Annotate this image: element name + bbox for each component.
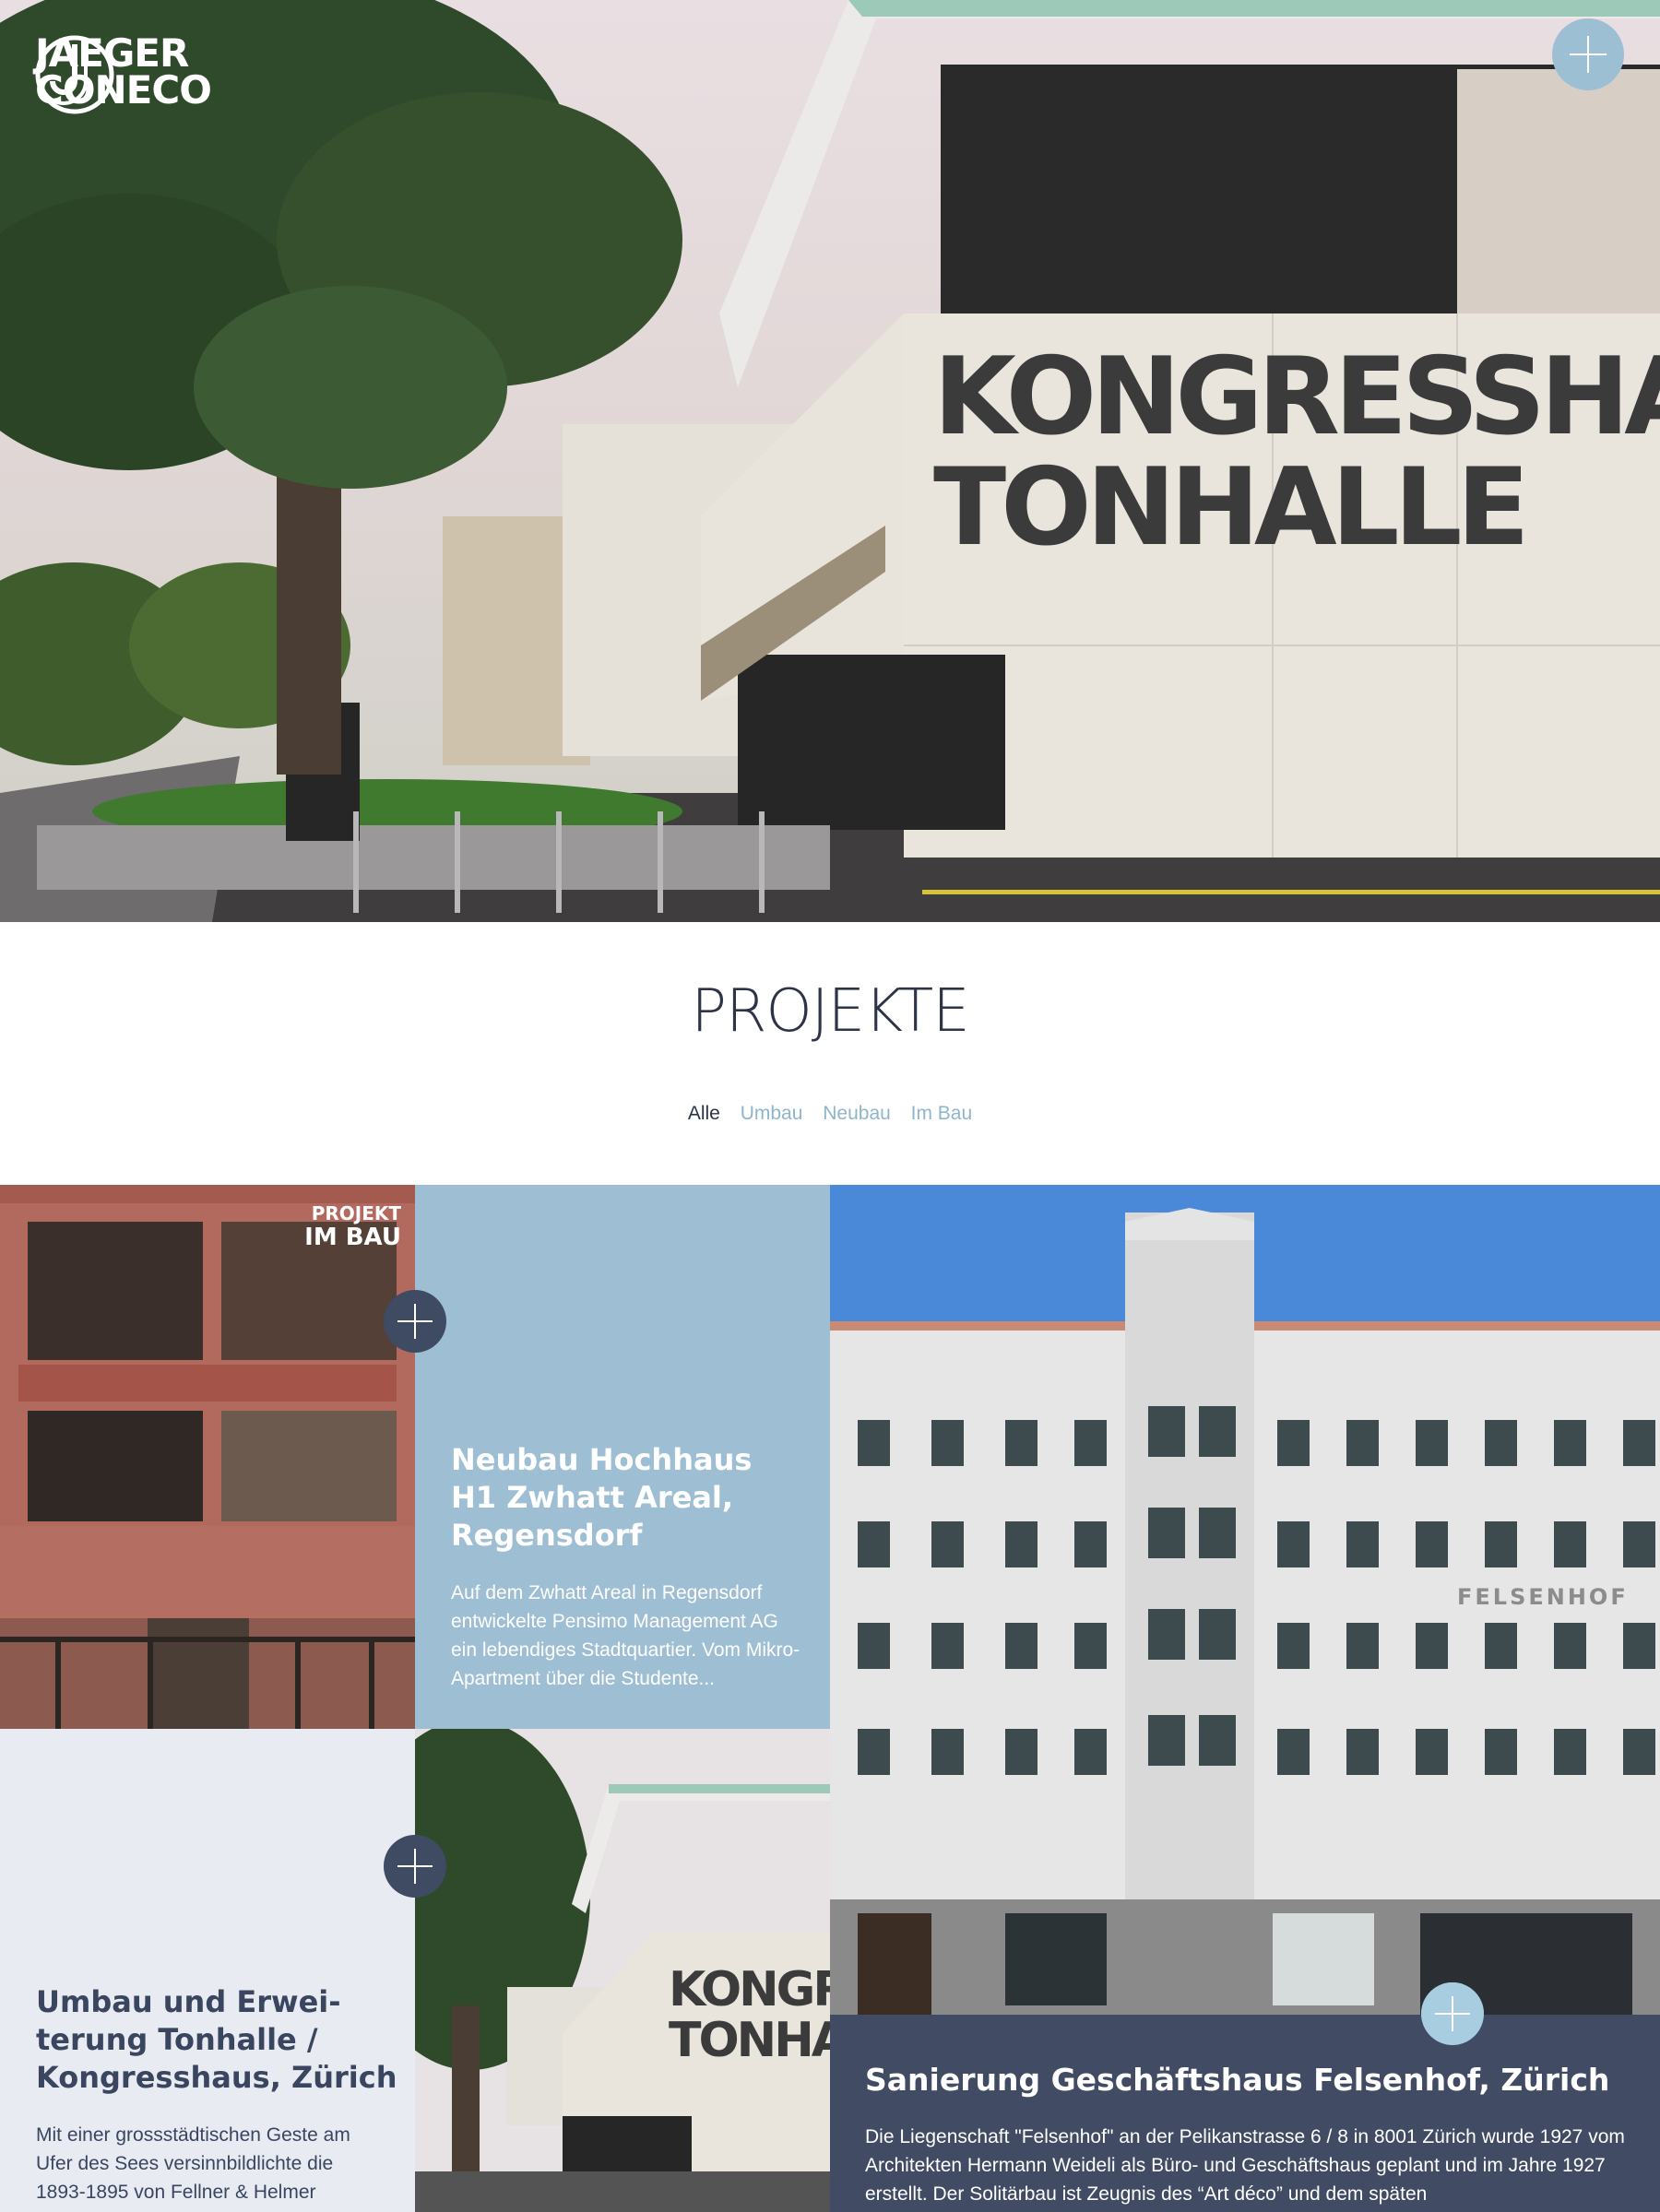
brand-logo[interactable]: JAEGER CONECO: [35, 34, 212, 114]
project-image-tonhalle[interactable]: KONGRES TONHALL: [415, 1729, 830, 2212]
project-card-felsenhof[interactable]: Sanierung Geschäftshaus Felsenhof, Züric…: [830, 2015, 1660, 2212]
project-title[interactable]: Umbau und Erwei-terung Tonhalle / Kongre…: [36, 1983, 405, 2097]
project-open-button[interactable]: [1421, 1982, 1484, 2045]
badge-line-2: IM BAU: [304, 1224, 401, 1251]
logo-mark-icon: [35, 35, 114, 114]
facade-label: FELSENHOF: [1457, 1584, 1629, 1610]
status-badge: PROJEKT IM BAU: [300, 1201, 401, 1249]
project-image-felsenhof[interactable]: FELSENHOF: [830, 1185, 1660, 2015]
hero-banner: KONGRESSHAUS TONHALLE JAEGER CONECO: [0, 0, 1660, 922]
hero-menu-button[interactable]: [1552, 18, 1624, 90]
badge-line-1: PROJEKT: [311, 1202, 401, 1224]
plus-icon: [1570, 36, 1607, 73]
filter-im-bau[interactable]: Im Bau: [911, 1103, 973, 1125]
hero-photo: KONGRESSHAUS TONHALLE: [0, 0, 1660, 922]
project-title[interactable]: Neubau Hochhaus H1 Zwhatt Areal, Regensd…: [451, 1441, 801, 1555]
project-photo: FELSENHOF: [830, 1185, 1660, 2015]
project-open-button[interactable]: [384, 1290, 446, 1353]
project-excerpt: Die Liegenschaft "Felsenhof" an der Peli…: [865, 2126, 1625, 2205]
project-card-zwhatt[interactable]: Neubau Hochhaus H1 Zwhatt Areal, Regensd…: [415, 1185, 830, 1729]
plus-icon: [397, 1849, 433, 1884]
hero-sign-line2: TONHALLE: [933, 445, 1524, 570]
filter-umbau[interactable]: Umbau: [741, 1103, 803, 1125]
image-sign-line2: TONHALL: [669, 2013, 830, 2068]
filter-alle[interactable]: Alle: [688, 1103, 720, 1125]
filter-neubau[interactable]: Neubau: [823, 1103, 891, 1125]
project-photo: [0, 1185, 415, 1729]
page-title: PROJEKTE: [691, 977, 969, 1046]
plus-icon: [397, 1304, 433, 1339]
project-excerpt: Auf dem Zwhatt Areal in Regensdorf entwi…: [451, 1582, 800, 1689]
project-open-button[interactable]: [384, 1835, 446, 1898]
project-excerpt: Mit einer grossstädtischen Geste am Ufer…: [36, 2124, 350, 2203]
plus-icon: [1435, 1996, 1470, 2031]
hero-sign-line1: KONGRESSHAUS: [933, 335, 1660, 459]
project-image-zwhatt[interactable]: PROJEKT IM BAU: [0, 1185, 415, 1729]
image-sign-line1: KONGRES: [669, 1962, 830, 2017]
project-photo: KONGRES TONHALL: [415, 1729, 830, 2212]
project-title[interactable]: Sanierung Geschäftshaus Felsenhof, Züric…: [865, 2061, 1640, 2100]
project-card-tonhalle[interactable]: Umbau und Erwei-terung Tonhalle / Kongre…: [0, 1729, 415, 2212]
project-filter: Alle Umbau Neubau Im Bau: [0, 1103, 1660, 1125]
